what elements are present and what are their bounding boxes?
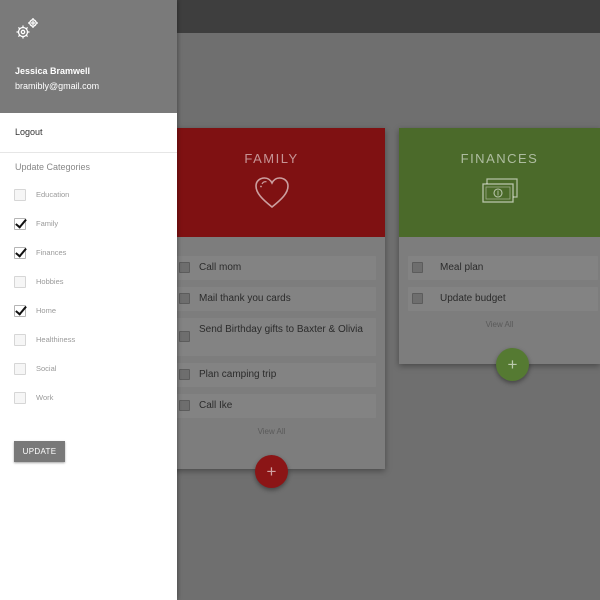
task-label: Call Ike — [199, 400, 233, 411]
task-label: Update budget — [440, 293, 506, 304]
category-label: Social — [36, 364, 57, 373]
category-option-education[interactable]: Education — [14, 189, 164, 203]
heart-icon — [254, 177, 289, 209]
category-option-healthiness[interactable]: Healthiness — [14, 334, 164, 348]
add-task-button-family[interactable]: + — [255, 455, 288, 488]
task-item[interactable]: Meal plan — [408, 256, 598, 280]
category-option-home[interactable]: Home — [14, 305, 164, 319]
category-checkbox[interactable] — [14, 189, 26, 201]
category-checkbox[interactable] — [14, 276, 26, 288]
task-checkbox[interactable] — [179, 400, 190, 411]
category-checkbox[interactable] — [14, 363, 26, 375]
user-name: Jessica Bramwell — [15, 66, 91, 76]
task-item[interactable]: Call Ike — [175, 394, 376, 418]
task-item[interactable]: Send Birthday gifts to Baxter & Olivia — [175, 318, 376, 356]
category-label: Education — [36, 190, 70, 199]
category-option-hobbies[interactable]: Hobbies — [14, 276, 164, 290]
task-item[interactable]: Call mom — [175, 256, 376, 280]
view-all-link[interactable]: View All — [399, 320, 600, 329]
task-checkbox[interactable] — [412, 293, 423, 304]
task-label: Send Birthday gifts to Baxter & Olivia — [199, 324, 363, 335]
category-option-work[interactable]: Work — [14, 392, 164, 406]
task-checkbox[interactable] — [179, 331, 190, 342]
category-label: Healthiness — [36, 335, 76, 344]
category-checkbox[interactable] — [14, 392, 26, 404]
category-option-family[interactable]: Family — [14, 218, 164, 232]
logout-link[interactable]: Logout — [15, 127, 43, 137]
task-checkbox[interactable] — [179, 369, 190, 380]
category-checkbox[interactable] — [14, 218, 26, 230]
task-checkbox[interactable] — [179, 262, 190, 273]
task-label: Meal plan — [440, 262, 484, 273]
user-email: bramibly@gmail.com — [15, 81, 100, 91]
drawer-header: Jessica Bramwell bramibly@gmail.com — [0, 0, 177, 113]
category-checkbox[interactable] — [14, 305, 26, 317]
view-all-link[interactable]: View All — [158, 427, 385, 436]
task-label: Plan camping trip — [199, 369, 277, 380]
category-label: Home — [36, 306, 57, 315]
task-checkbox[interactable] — [179, 293, 190, 304]
task-item[interactable]: Plan camping trip — [175, 363, 376, 387]
category-label: Work — [36, 393, 54, 402]
categories-heading: Update Categories — [15, 162, 91, 172]
add-task-button-finances[interactable]: + — [496, 348, 529, 381]
category-checkbox[interactable] — [14, 334, 26, 346]
divider — [0, 152, 177, 153]
task-label: Mail thank you cards — [199, 293, 291, 304]
category-label: Family — [36, 219, 59, 228]
task-item[interactable]: Update budget — [408, 287, 598, 311]
card-title: FAMILY — [244, 151, 299, 166]
gears-icon[interactable] — [14, 16, 40, 42]
card-header: FINANCES — [399, 128, 600, 237]
category-label: Finances — [36, 248, 67, 257]
update-button[interactable]: UPDATE — [14, 441, 65, 462]
task-label: Call mom — [199, 262, 242, 273]
category-option-social[interactable]: Social — [14, 363, 164, 377]
navigation-drawer: Jessica Bramwell bramibly@gmail.com Logo… — [0, 0, 177, 600]
card-title: FINANCES — [460, 151, 539, 166]
category-card-finances: FINANCES Meal plan Update budget View Al… — [399, 128, 600, 364]
task-item[interactable]: Mail thank you cards — [175, 287, 376, 311]
task-checkbox[interactable] — [412, 262, 423, 273]
category-option-finances[interactable]: Finances — [14, 247, 164, 261]
category-card-family: FAMILY Call mom Mail thank you cards Sen… — [158, 128, 385, 469]
card-header: FAMILY — [158, 128, 385, 237]
money-icon — [481, 178, 518, 203]
category-checkbox[interactable] — [14, 247, 26, 259]
category-label: Hobbies — [36, 277, 64, 286]
